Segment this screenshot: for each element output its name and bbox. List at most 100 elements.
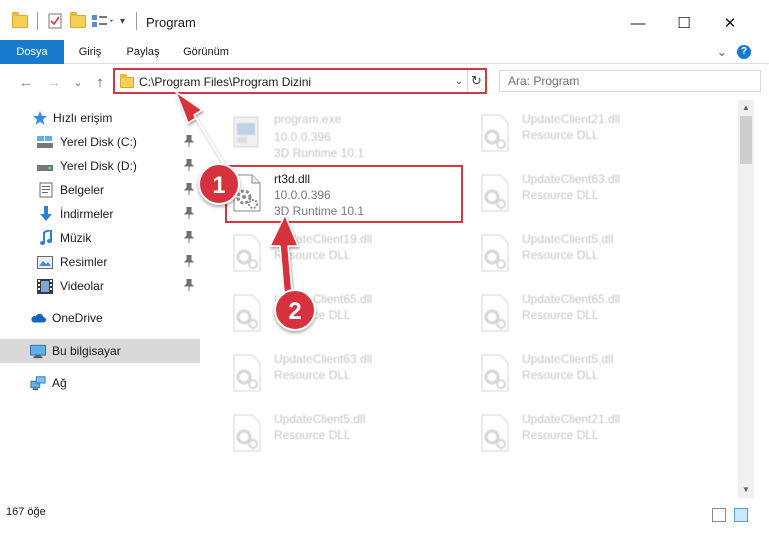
- expand-ribbon-icon[interactable]: ⌄: [714, 44, 730, 60]
- scrollbar-thumb[interactable]: [740, 116, 752, 164]
- scroll-down-icon[interactable]: ▼: [738, 482, 754, 498]
- file-description: Resource DLL: [522, 248, 599, 262]
- address-bar[interactable]: C:\Program Files\Program Dizini ⌄ ↻: [113, 68, 487, 94]
- ribbon-tabs: Dosya Giriş Paylaş Görünüm ⌄ ?: [0, 40, 769, 94]
- pin-icon: [183, 230, 195, 246]
- item-count: 167 öğe: [6, 506, 46, 518]
- music-icon: [38, 230, 54, 246]
- dll-file-icon: [228, 413, 266, 453]
- sidebar-item-documents[interactable]: Belgeler: [0, 178, 200, 202]
- file-name: UpdateClient65.dll: [522, 292, 621, 306]
- file-version: 10.0.0.396: [274, 130, 331, 144]
- customize-toolbar-icon[interactable]: ▾: [120, 12, 125, 30]
- dll-file-icon: [476, 173, 514, 213]
- large-icons-view-icon[interactable]: [734, 508, 748, 522]
- title-separator: [136, 12, 137, 30]
- dll-file-icon: [476, 413, 514, 453]
- search-placeholder: Ara: Program: [508, 74, 580, 88]
- view-options-icon[interactable]: [91, 12, 115, 30]
- sidebar-item-label: Hızlı erişim: [53, 111, 113, 125]
- step-badge-2: 2: [274, 289, 316, 331]
- documents-icon: [38, 182, 54, 198]
- dll-file-icon: [476, 293, 514, 333]
- details-view-icon[interactable]: [712, 508, 726, 522]
- refresh-button[interactable]: ↻: [467, 70, 485, 92]
- file-description: Resource DLL: [274, 428, 351, 442]
- tab-view[interactable]: Görünüm: [170, 40, 242, 64]
- scroll-up-icon[interactable]: ▲: [738, 100, 754, 116]
- sidebar-item-quick-access[interactable]: Hızlı erişim: [0, 106, 200, 130]
- file-name: UpdateClient5.dll: [522, 352, 614, 366]
- dll-file-icon: [476, 113, 514, 153]
- address-dropdown-button[interactable]: ⌄: [451, 73, 467, 91]
- back-button[interactable]: ←: [16, 72, 36, 92]
- sidebar-item-videos[interactable]: Videolar: [0, 274, 200, 298]
- file-description: Resource DLL: [522, 308, 599, 322]
- file-item-program-exe[interactable]: program.exe 10.0.0.396 3D Runtime 10.1: [226, 106, 456, 160]
- properties-icon[interactable]: [48, 12, 62, 30]
- file-description: Resource DLL: [522, 428, 599, 442]
- file-item[interactable]: UpdateClient21.dll Resource DLL: [474, 106, 704, 160]
- file-name: program.exe: [274, 112, 342, 126]
- file-item[interactable]: UpdateClient65.dll Resource DLL: [226, 286, 456, 340]
- file-description: Resource DLL: [522, 128, 599, 142]
- sidebar-item-label: Resimler: [60, 255, 108, 269]
- file-item[interactable]: UpdateClient21.dll Resource DLL: [474, 406, 704, 460]
- close-button[interactable]: ✕: [707, 8, 753, 38]
- drive-icon: [37, 134, 53, 150]
- file-item[interactable]: UpdateClient5.dll Resource DLL: [226, 406, 456, 460]
- file-name: UpdateClient19.dll: [274, 232, 373, 246]
- sidebar-item-label: Videolar: [60, 279, 104, 293]
- file-name: UpdateClient63.dll: [522, 172, 621, 186]
- pin-icon: [183, 158, 195, 174]
- sidebar-item-local-disk-d[interactable]: Yerel Disk (D:): [0, 154, 200, 178]
- file-name: UpdateClient21.dll: [522, 412, 621, 426]
- pin-icon: [183, 278, 195, 294]
- computer-icon: [30, 343, 46, 359]
- search-box[interactable]: Ara: Program: [499, 70, 761, 92]
- new-folder-icon[interactable]: [70, 11, 86, 30]
- file-item[interactable]: UpdateClient65.dll Resource DLL: [474, 286, 704, 340]
- sidebar-item-label: Ağ: [52, 376, 67, 390]
- sidebar-item-music[interactable]: Müzik: [0, 226, 200, 250]
- address-path[interactable]: C:\Program Files\Program Dizini: [139, 75, 311, 89]
- file-item[interactable]: UpdateClient63.dll Resource DLL: [226, 346, 456, 400]
- folder-icon: [12, 11, 28, 30]
- file-item[interactable]: UpdateClient19.dll Resource DLL: [226, 226, 456, 280]
- status-bar: 167 öğe: [0, 498, 769, 538]
- file-description: Resource DLL: [274, 368, 351, 382]
- tab-home[interactable]: Giriş: [64, 40, 116, 64]
- dll-file-icon: [476, 233, 514, 273]
- sidebar-item-network[interactable]: Ağ: [0, 371, 200, 395]
- pin-icon: [183, 182, 195, 198]
- file-item[interactable]: UpdateClient5.dll Resource DLL: [474, 226, 704, 280]
- sidebar-item-pictures[interactable]: Resimler: [0, 250, 200, 274]
- file-name: UpdateClient63.dll: [274, 352, 373, 366]
- dll-file-icon: [228, 353, 266, 393]
- sidebar-item-local-disk-c[interactable]: Yerel Disk (C:): [0, 130, 200, 154]
- maximize-button[interactable]: ☐: [661, 8, 707, 38]
- tab-share[interactable]: Paylaş: [116, 40, 170, 64]
- file-item[interactable]: UpdateClient5.dll Resource DLL: [474, 346, 704, 400]
- forward-button[interactable]: →: [44, 72, 64, 92]
- pin-icon: [183, 206, 195, 222]
- file-description: Resource DLL: [274, 248, 351, 262]
- sidebar-item-onedrive[interactable]: OneDrive: [0, 306, 200, 330]
- recent-locations-button[interactable]: ⌄: [68, 72, 88, 92]
- sidebar-item-this-pc[interactable]: Bu bilgisayar: [0, 339, 200, 363]
- help-button[interactable]: ?: [736, 44, 752, 60]
- file-description: Resource DLL: [522, 188, 599, 202]
- exe-file-icon: [228, 113, 266, 153]
- vertical-scrollbar[interactable]: ▲ ▼: [738, 100, 754, 498]
- star-icon: [32, 110, 48, 126]
- pictures-icon: [37, 254, 53, 270]
- folder-icon: [120, 74, 134, 88]
- file-item[interactable]: UpdateClient63.dll Resource DLL: [474, 166, 704, 220]
- navigation-pane: Hızlı erişim Yerel Disk (C:) Yerel Disk …: [0, 100, 202, 498]
- file-highlight-box: [225, 165, 463, 223]
- up-button[interactable]: ↑: [90, 72, 110, 92]
- sidebar-item-label: Bu bilgisayar: [52, 344, 121, 358]
- minimize-button[interactable]: —: [615, 8, 661, 38]
- step-badge-1: 1: [198, 163, 240, 205]
- sidebar-item-downloads[interactable]: İndirmeler: [0, 202, 200, 226]
